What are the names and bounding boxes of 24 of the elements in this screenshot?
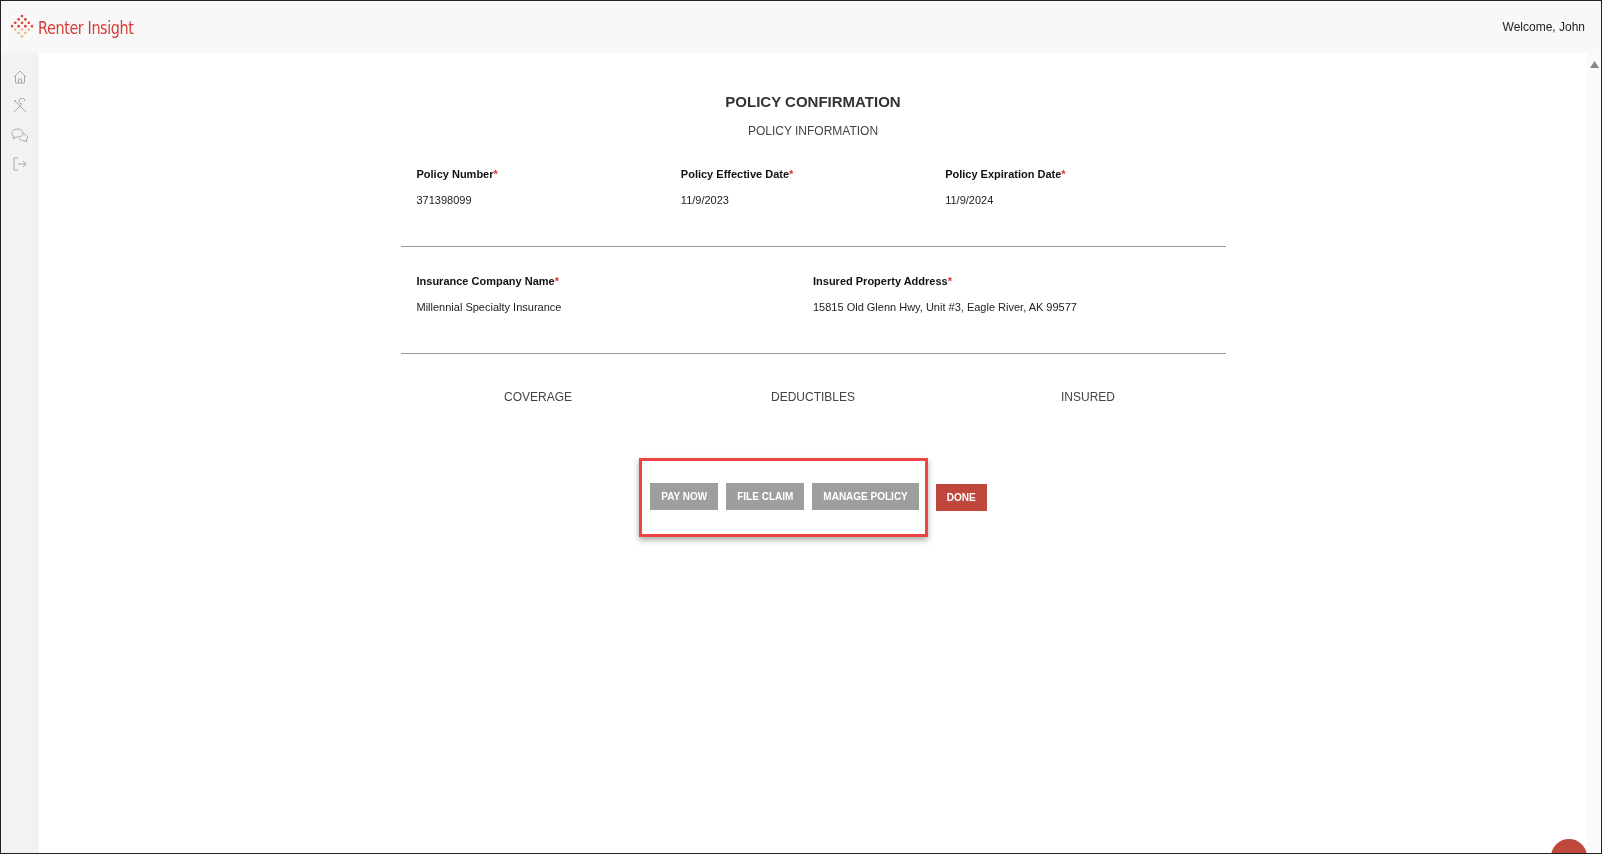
scroll-up-icon[interactable] [1589, 61, 1599, 68]
field-label: Policy Effective Date* [680, 168, 795, 180]
field-value: 371398099 [416, 194, 473, 206]
welcome-text: Welcome, John [1502, 20, 1585, 34]
section-tab[interactable]: COVERAGE [400, 390, 676, 404]
brand-name: Renter Insight [38, 16, 134, 38]
section-tab[interactable]: INSURED [950, 390, 1226, 404]
page-title: POLICY CONFIRMATION [724, 93, 902, 110]
chat-icon[interactable] [11, 127, 29, 143]
logout-icon[interactable] [12, 156, 28, 172]
field-label: Insured Property Address* [813, 275, 953, 287]
logo-icon [11, 14, 33, 40]
field-label: Insurance Company Name* [416, 275, 560, 287]
field-value: Millennial Specialty Insurance [416, 301, 563, 313]
home-icon[interactable] [12, 69, 28, 85]
field-value: 11/9/2023 [680, 194, 730, 206]
field-label: Policy Expiration Date* [945, 168, 1067, 180]
field-value: 11/9/2024 [945, 194, 995, 206]
section-title: POLICY INFORMATION [746, 124, 880, 138]
section-tab[interactable]: DEDUCTIBLES [675, 390, 951, 404]
tools-icon[interactable] [12, 98, 28, 114]
field-value: 15815 Old Glenn Hwy, Unit #3, Eagle River, AK 99577 [813, 301, 1078, 313]
action-button[interactable]: DONE [935, 484, 987, 511]
field-label: Policy Number* [416, 168, 499, 180]
